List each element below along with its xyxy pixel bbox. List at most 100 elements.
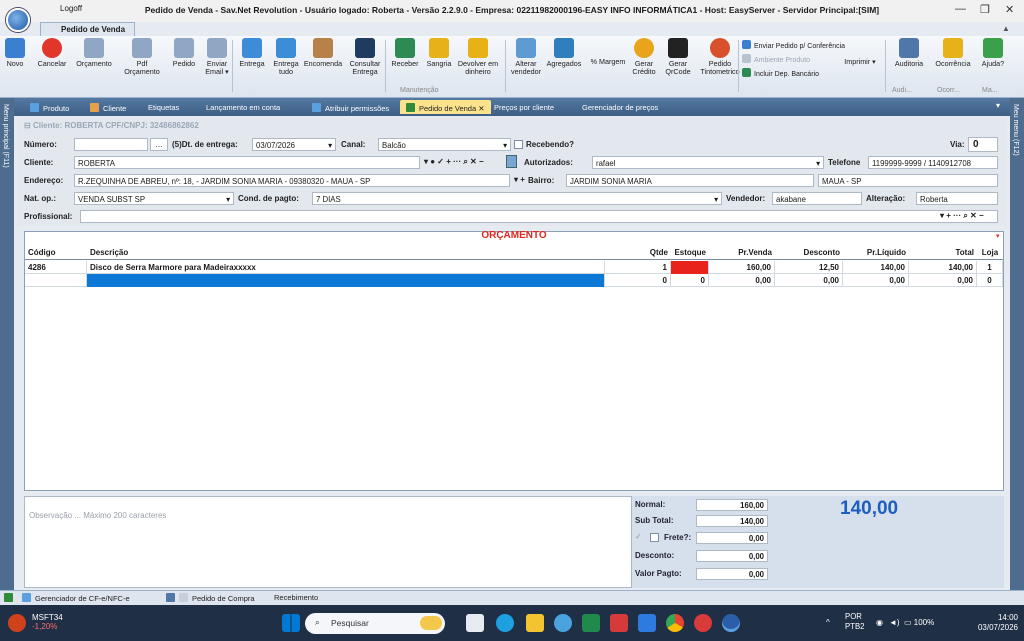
my-menu-sidebar[interactable]: Meu menu (F12) xyxy=(1010,98,1024,590)
cell-qtde[interactable]: 0 xyxy=(605,274,671,287)
ribbon-button-gerar-qrcode[interactable]: Gerar QrCode xyxy=(662,38,694,76)
table-row[interactable]: 0 0 0,00 0,00 0,00 0,00 0 xyxy=(25,274,1003,287)
cidade-field[interactable]: MAUA - SP xyxy=(818,174,998,187)
ribbon-button-entrega-tudo[interactable]: Entrega tudo xyxy=(272,38,300,76)
column-header-pr-liquido[interactable]: Pr.Líquido xyxy=(846,248,906,257)
column-header-pr-venda[interactable]: Pr.Venda xyxy=(712,248,772,257)
battery-indicator[interactable]: ▭ 100% xyxy=(904,618,934,627)
professional-tools[interactable]: ▾ + ··· ⌕ ✕ − xyxy=(940,211,984,221)
app-icon[interactable] xyxy=(638,614,656,632)
ribbon-collapse-icon[interactable]: ▲ xyxy=(1002,24,1010,33)
ribbon-button-agregados[interactable]: Agregados xyxy=(546,38,582,68)
frete-checkbox[interactable] xyxy=(650,533,659,542)
edge-icon[interactable] xyxy=(496,614,514,632)
bairro-field[interactable]: JARDIM SONIA MARIA xyxy=(566,174,814,187)
close-icon[interactable]: ✕ xyxy=(1005,3,1014,16)
ribbon-button-imprimir[interactable]: Imprimir ▾ xyxy=(842,58,878,66)
column-header-qtde[interactable]: Qtde xyxy=(608,248,668,257)
cell-estoque[interactable]: 0 xyxy=(671,274,709,287)
chrome-icon[interactable] xyxy=(666,614,684,632)
cell-total[interactable]: 0,00 xyxy=(909,274,977,287)
status-item-recebimento[interactable]: Recebimento xyxy=(274,593,318,602)
cell-pr-venda[interactable]: 160,00 xyxy=(709,261,775,274)
calendar-dropdown-icon[interactable]: ▾ xyxy=(328,141,332,150)
collapsed-group-ocorrencia[interactable]: Ocorr... xyxy=(937,87,960,94)
ribbon-button-ocorrência[interactable]: Ocorrência xyxy=(932,38,974,68)
status-item-pedido-compra[interactable]: Pedido de Compra xyxy=(166,593,255,603)
cell-codigo[interactable] xyxy=(25,274,87,287)
tray-overflow-icon[interactable]: ^ xyxy=(826,618,830,627)
cell-descricao[interactable] xyxy=(87,274,605,287)
via-field[interactable]: 0 xyxy=(968,137,998,152)
ribbon-button-%-margem[interactable]: % Margem xyxy=(588,58,628,66)
cell-total[interactable]: 140,00 xyxy=(909,261,977,274)
tab-etiquetas[interactable]: Etiquetas xyxy=(142,100,185,114)
minimize-icon[interactable]: — xyxy=(955,3,966,15)
canal-select[interactable]: Balcão ▾ xyxy=(378,138,511,151)
observacao-textarea[interactable]: Observação ... Máximo 200 caracteres xyxy=(24,496,632,588)
app-icon[interactable] xyxy=(694,614,712,632)
cell-descricao[interactable]: Disco de Serra Marmore para Madeiraxxxxx xyxy=(87,261,605,274)
cond-pagto-select[interactable]: 7 DIAS ▾ xyxy=(312,192,722,205)
cell-pr-venda[interactable]: 0,00 xyxy=(709,274,775,287)
ribbon-button-encomenda[interactable]: Encomenda xyxy=(302,38,344,68)
system-clock[interactable]: 14:00 03/07/2026 xyxy=(966,613,1018,633)
cell-desconto[interactable]: 0,00 xyxy=(775,274,843,287)
windows-start-icon[interactable] xyxy=(282,614,300,632)
numero-field[interactable] xyxy=(74,138,148,151)
ribbon-button-pedido[interactable]: Pedido xyxy=(170,38,198,68)
column-header-descricao[interactable]: Descrição xyxy=(90,248,602,257)
status-item-cfe[interactable]: Gerenciador de CF-e/NFC-e xyxy=(22,593,130,603)
app-icon[interactable] xyxy=(554,614,572,632)
tab-cliente[interactable]: Cliente xyxy=(84,100,132,114)
ribbon-button-novo[interactable]: Novo xyxy=(4,38,26,68)
cell-desconto[interactable]: 12,50 xyxy=(775,261,843,274)
endereco-select[interactable]: R.ZEQUINHA DE ABREU, nº: 18, - JARDIM SO… xyxy=(74,174,510,187)
tab-dropdown-icon[interactable]: ▾ xyxy=(996,101,1000,110)
system-tray[interactable]: POR PTB2 xyxy=(845,612,865,632)
tab-preços-por-cliente[interactable]: Preços por cliente xyxy=(488,100,560,114)
profissional-field[interactable] xyxy=(80,210,998,223)
column-header-desconto[interactable]: Desconto xyxy=(778,248,840,257)
stock-widget-icon[interactable] xyxy=(8,614,26,632)
collapsed-group-ajuda[interactable]: Ma... xyxy=(982,87,998,94)
column-header-loja[interactable]: Loja xyxy=(980,248,1000,257)
tab-atribuir-permissões[interactable]: Atribuir permissões xyxy=(306,100,395,114)
ribbon-button-ajuda[interactable]: Ajuda? xyxy=(978,38,1008,68)
main-menu-sidebar[interactable]: Menu principal (F11) xyxy=(0,98,14,590)
excel-icon[interactable] xyxy=(582,614,600,632)
valor-pagto-value[interactable]: 0,00 xyxy=(696,568,768,580)
ribbon-button-pedido-tintometrico[interactable]: Pedido Tintometrico xyxy=(700,38,740,76)
ribbon-button-sangria[interactable]: Sangria xyxy=(424,38,454,68)
cell-pr-liquido[interactable]: 140,00 xyxy=(843,261,909,274)
app-logo-icon[interactable] xyxy=(6,8,30,32)
cell-qtde[interactable]: 1 xyxy=(605,261,671,274)
ribbon-button-enviar-email[interactable]: Enviar Email ▾ xyxy=(200,38,234,76)
natop-select[interactable]: VENDA SUBST SP ▾ xyxy=(74,192,234,205)
file-explorer-icon[interactable] xyxy=(526,614,544,632)
ribbon-button-auditoria[interactable]: Auditoria xyxy=(892,38,926,68)
savnet-app-icon[interactable] xyxy=(722,614,740,632)
autorizados-select[interactable]: rafael ▾ xyxy=(592,156,824,169)
status-grid-icon[interactable] xyxy=(4,593,17,603)
desconto-value[interactable]: 0,00 xyxy=(696,550,768,562)
maximize-icon[interactable]: ❐ xyxy=(980,3,990,16)
close-tab-icon[interactable]: ✕ xyxy=(476,104,484,113)
task-view-icon[interactable] xyxy=(466,614,484,632)
search-highlight-icon[interactable] xyxy=(420,616,442,630)
column-header-codigo[interactable]: Código xyxy=(28,248,84,257)
cell-estoque[interactable]: 0 xyxy=(671,261,709,274)
ribbon-button-consultar-entrega[interactable]: Consultar Entrega xyxy=(346,38,384,76)
order-items-grid[interactable]: Código Descrição Qtde Estoque Pr.Venda Descon… xyxy=(24,231,1004,491)
tab-pedido-de-venda[interactable]: Pedido de Venda ✕ xyxy=(400,100,491,114)
ribbon-button-pdf-orçamento[interactable]: Pdf Orçamento xyxy=(118,38,166,76)
menu-tab-pedido-de-venda[interactable]: Pedido de Venda xyxy=(40,22,135,36)
cliente-field[interactable]: ROBERTA xyxy=(74,156,420,169)
cell-loja[interactable]: 0 xyxy=(977,274,1003,287)
stock-widget[interactable]: MSFT34 -1,20% xyxy=(32,613,63,631)
tab-lançamento-em-conta[interactable]: Lançamento em conta xyxy=(200,100,286,114)
ribbon-button-orçamento[interactable]: Orçamento xyxy=(74,38,114,68)
ambiente-produto-option[interactable]: Ambiente Produto xyxy=(742,54,810,64)
include-bank-deposit-option[interactable]: Incluir Dep. Bancário xyxy=(742,68,819,78)
grid-close-icon[interactable]: ▾ xyxy=(996,232,1000,240)
